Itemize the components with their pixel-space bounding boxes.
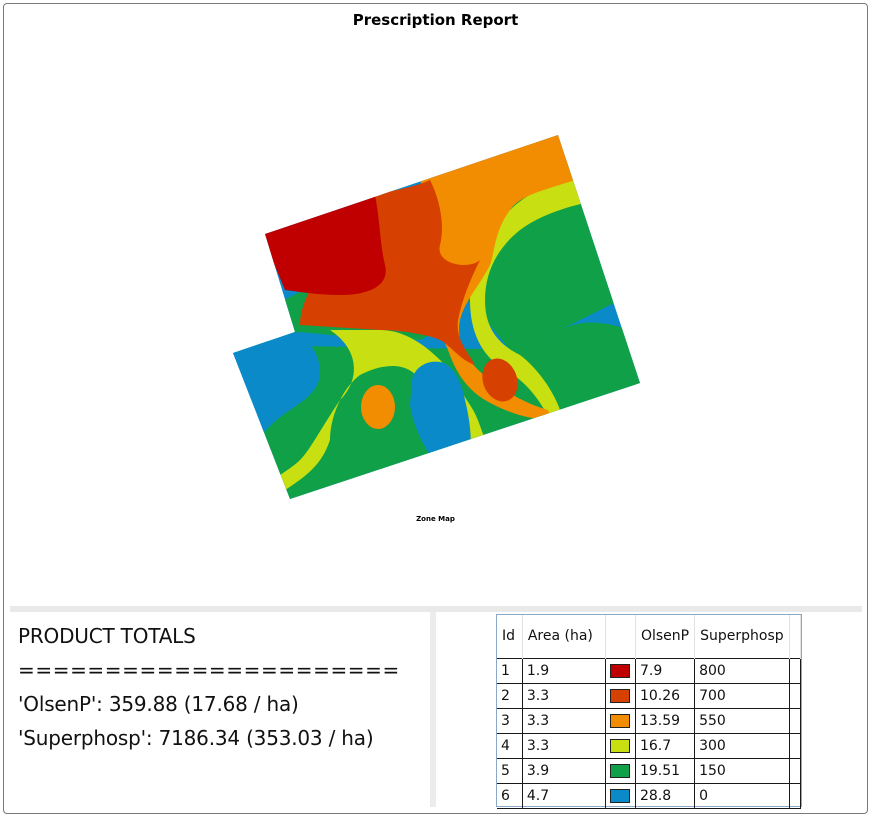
cell-filler xyxy=(789,657,802,684)
zone-table-header: Id Area (ha) OlsenP Superphosp xyxy=(497,615,802,658)
table-row[interactable]: 5 3.9 19.51 150 xyxy=(497,758,802,784)
totals-separator: ====================== xyxy=(18,658,400,682)
zone-table: Id Area (ha) OlsenP Superphosp 1 1.9 7.9… xyxy=(497,615,802,809)
zone-color-swatch xyxy=(610,788,631,803)
totals-superphosp: 'Superphosp': 7186.34 (353.03 / ha) xyxy=(18,726,374,750)
table-row[interactable]: 2 3.3 10.26 700 xyxy=(497,683,802,709)
cell-color[interactable] xyxy=(605,708,636,734)
cell-olsenp[interactable]: 10.26 xyxy=(635,683,696,709)
cell-superphosp[interactable]: 550 xyxy=(694,708,790,734)
product-totals-panel: PRODUCT TOTALS ====================== 'O… xyxy=(18,619,428,755)
cell-id[interactable]: 5 xyxy=(497,758,523,784)
cell-filler xyxy=(789,733,802,759)
cell-superphosp[interactable]: 150 xyxy=(694,758,790,784)
cell-olsenp[interactable]: 28.8 xyxy=(635,783,696,809)
totals-heading: PRODUCT TOTALS xyxy=(18,624,196,648)
col-header-filler xyxy=(789,615,802,658)
cell-filler xyxy=(789,783,802,809)
table-row[interactable]: 1 1.9 7.9 800 xyxy=(497,657,802,684)
table-row[interactable]: 6 4.7 28.8 0 xyxy=(497,783,802,809)
horizontal-splitter[interactable] xyxy=(10,606,862,612)
cell-area[interactable]: 3.3 xyxy=(522,708,607,734)
cell-olsenp[interactable]: 19.51 xyxy=(635,758,696,784)
cell-color[interactable] xyxy=(605,733,636,759)
map-caption: Zone Map xyxy=(416,515,455,523)
table-row[interactable]: 3 3.3 13.59 550 xyxy=(497,708,802,734)
col-header-id[interactable]: Id xyxy=(497,615,523,658)
cell-color[interactable] xyxy=(605,758,636,784)
totals-olsenp: 'OlsenP': 359.88 (17.68 / ha) xyxy=(18,692,299,716)
cell-id[interactable]: 2 xyxy=(497,683,523,709)
col-header-color[interactable] xyxy=(605,615,636,658)
cell-olsenp[interactable]: 16.7 xyxy=(635,733,696,759)
zone-color-swatch xyxy=(610,763,631,778)
zone-table-grid[interactable]: Id Area (ha) OlsenP Superphosp 1 1.9 7.9… xyxy=(496,614,802,809)
cell-area[interactable]: 3.9 xyxy=(522,758,607,784)
zone-color-swatch xyxy=(610,738,631,753)
cell-filler xyxy=(789,708,802,734)
zone-color-swatch xyxy=(610,713,631,728)
cell-color[interactable] xyxy=(605,657,636,684)
zone-color-swatch xyxy=(610,663,631,678)
cell-superphosp[interactable]: 700 xyxy=(694,683,790,709)
vertical-splitter[interactable] xyxy=(430,612,436,807)
cell-superphosp[interactable]: 800 xyxy=(694,657,790,684)
cell-filler xyxy=(789,683,802,709)
cell-area[interactable]: 3.3 xyxy=(522,683,607,709)
col-header-olsenp[interactable]: OlsenP xyxy=(635,615,696,658)
col-header-area[interactable]: Area (ha) xyxy=(522,615,607,658)
cell-area[interactable]: 1.9 xyxy=(522,657,607,684)
cell-area[interactable]: 3.3 xyxy=(522,733,607,759)
zone-3-spot xyxy=(361,385,395,429)
table-row[interactable]: 4 3.3 16.7 300 xyxy=(497,733,802,759)
col-header-superphosp[interactable]: Superphosp xyxy=(694,615,790,658)
cell-id[interactable]: 1 xyxy=(497,657,523,684)
zone-color-swatch xyxy=(610,688,631,703)
cell-olsenp[interactable]: 13.59 xyxy=(635,708,696,734)
cell-id[interactable]: 4 xyxy=(497,733,523,759)
cell-superphosp[interactable]: 300 xyxy=(694,733,790,759)
cell-olsenp[interactable]: 7.9 xyxy=(635,657,696,684)
zone-map xyxy=(0,0,871,600)
cell-color[interactable] xyxy=(605,783,636,809)
cell-id[interactable]: 6 xyxy=(497,783,523,809)
cell-filler xyxy=(789,758,802,784)
cell-area[interactable]: 4.7 xyxy=(522,783,607,809)
cell-id[interactable]: 3 xyxy=(497,708,523,734)
zone-map-graphic xyxy=(233,135,640,499)
zone-1-area xyxy=(260,195,386,295)
cell-color[interactable] xyxy=(605,683,636,709)
cell-superphosp[interactable]: 0 xyxy=(694,783,790,809)
